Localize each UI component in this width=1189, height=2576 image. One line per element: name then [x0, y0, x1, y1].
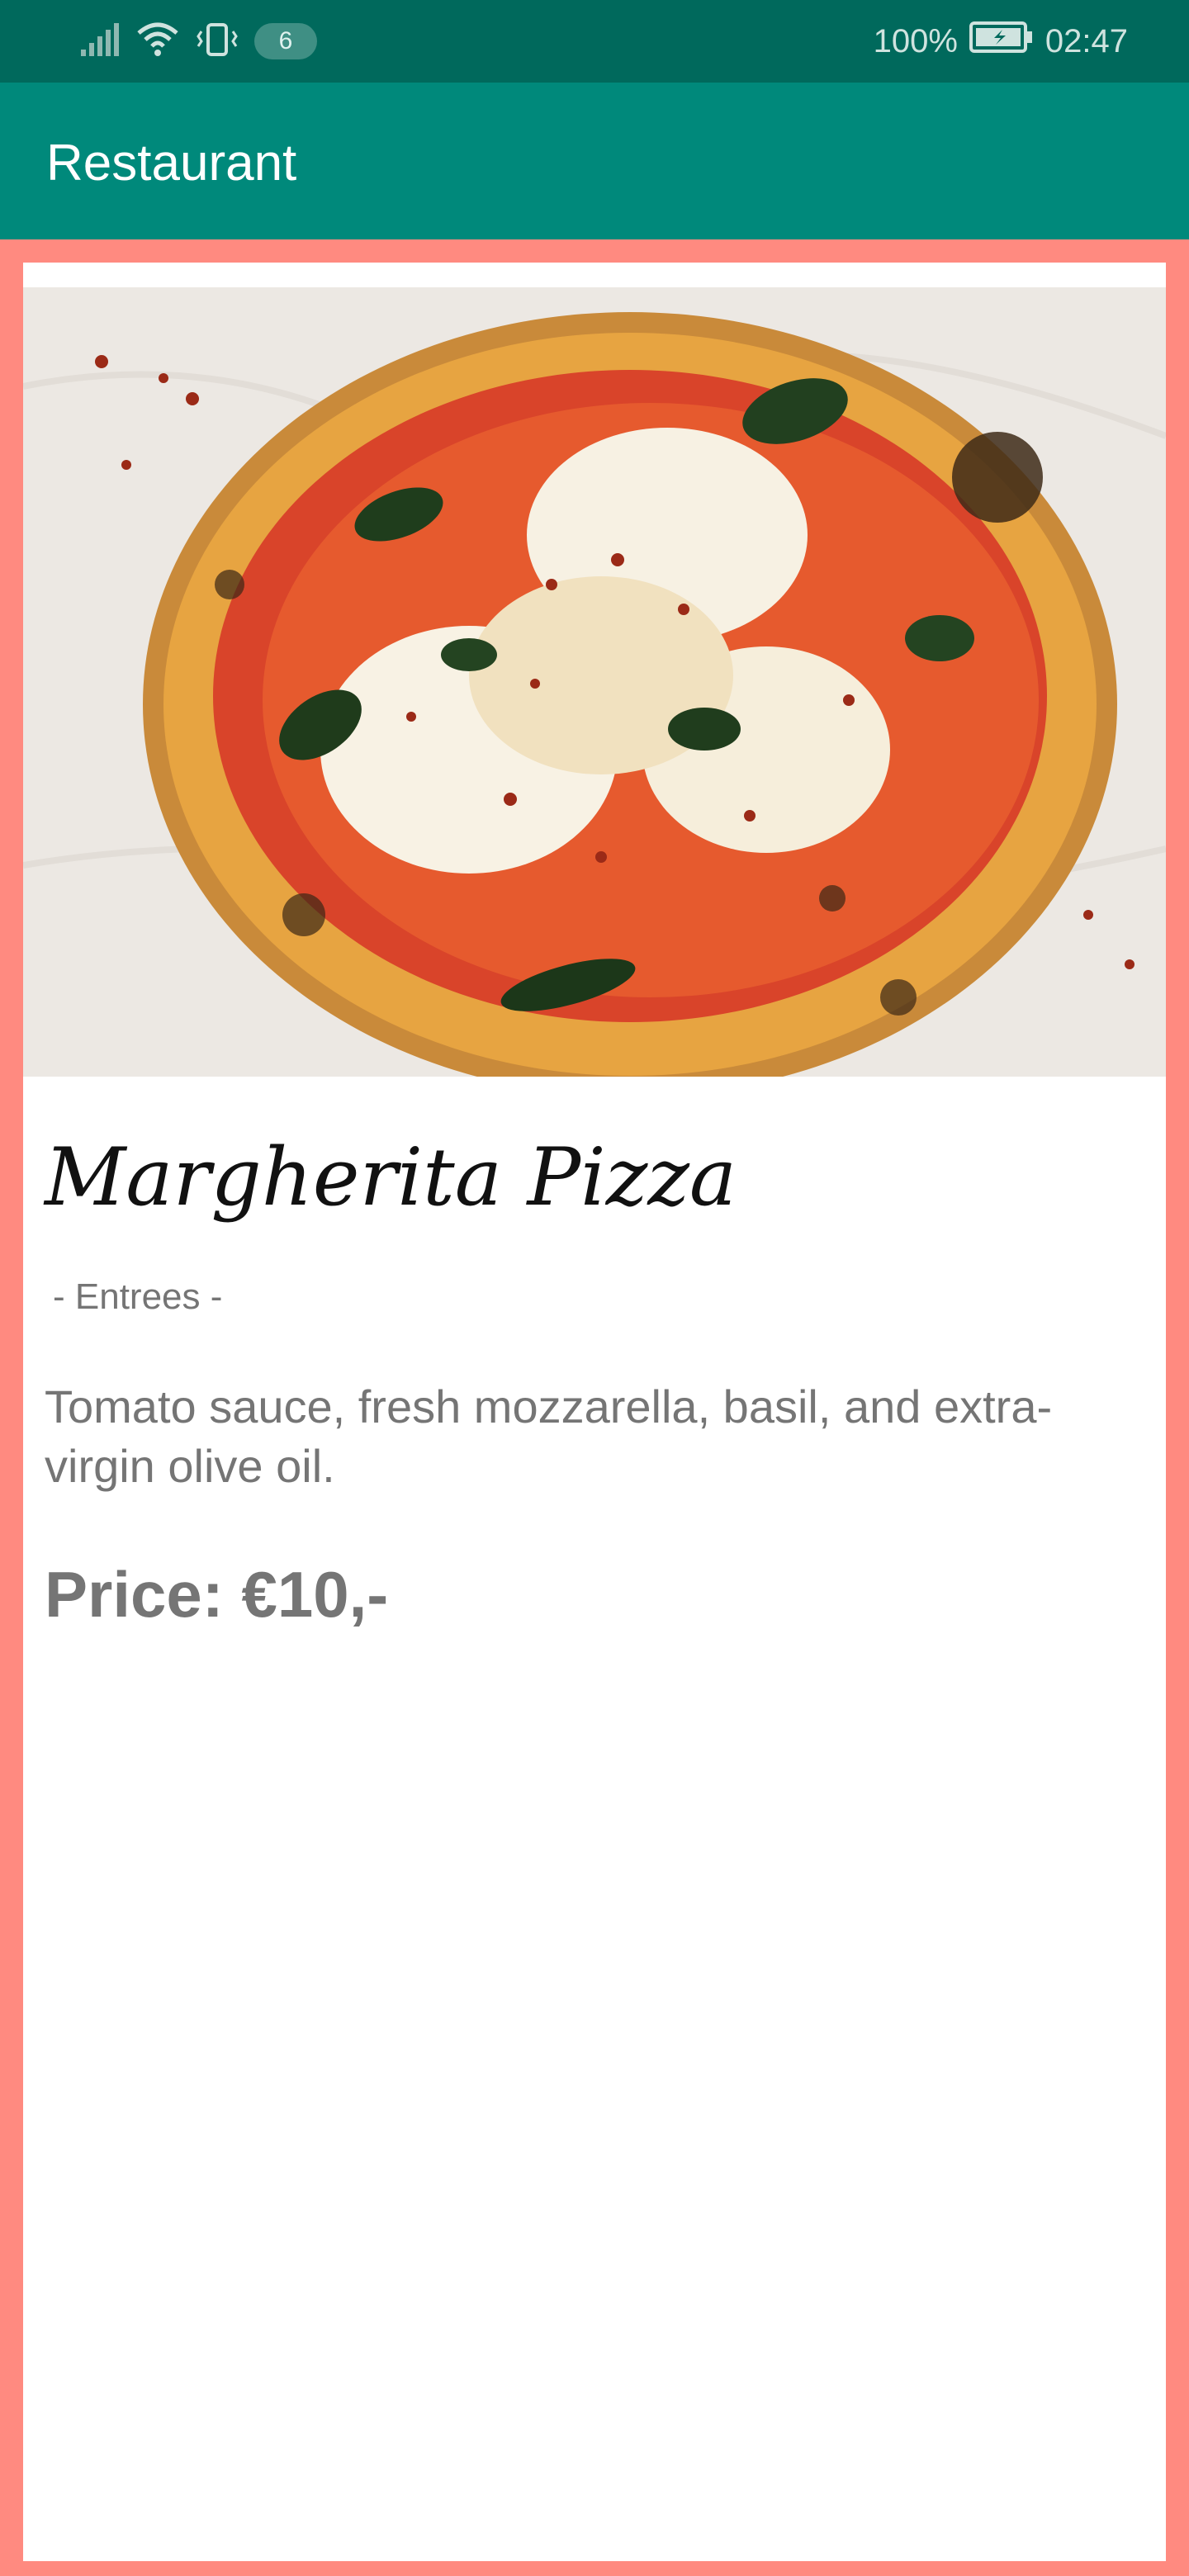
- signal-icon: [79, 21, 121, 62]
- status-left-icons: 6: [79, 20, 317, 63]
- menu-item-card: Margherita Pizza - Entrees - Tomato sauc…: [23, 263, 1166, 2561]
- dish-name: Margherita Pizza: [45, 1131, 737, 1224]
- dish-category: - Entrees -: [53, 1276, 223, 1317]
- battery-charging-icon: [969, 21, 1034, 61]
- battery-percentage: 100%: [873, 22, 958, 59]
- notification-count-badge: 6: [254, 23, 317, 59]
- vibrate-icon: [195, 21, 239, 62]
- dish-price: Price: €10,-: [45, 1558, 389, 1631]
- clock: 02:47: [1045, 22, 1128, 59]
- wifi-icon: [135, 21, 180, 62]
- status-bar: 6 100% 02:47: [0, 0, 1189, 83]
- pizza-illustration: [23, 287, 1166, 1077]
- dish-description: Tomato sauce, fresh mozzarella, basil, a…: [45, 1380, 1053, 1492]
- pizza-image: [23, 287, 1166, 1077]
- status-right-info: 100% 02:47: [874, 20, 1128, 63]
- app-title: Restaurant: [46, 135, 297, 192]
- app-bar: Restaurant: [0, 83, 1189, 239]
